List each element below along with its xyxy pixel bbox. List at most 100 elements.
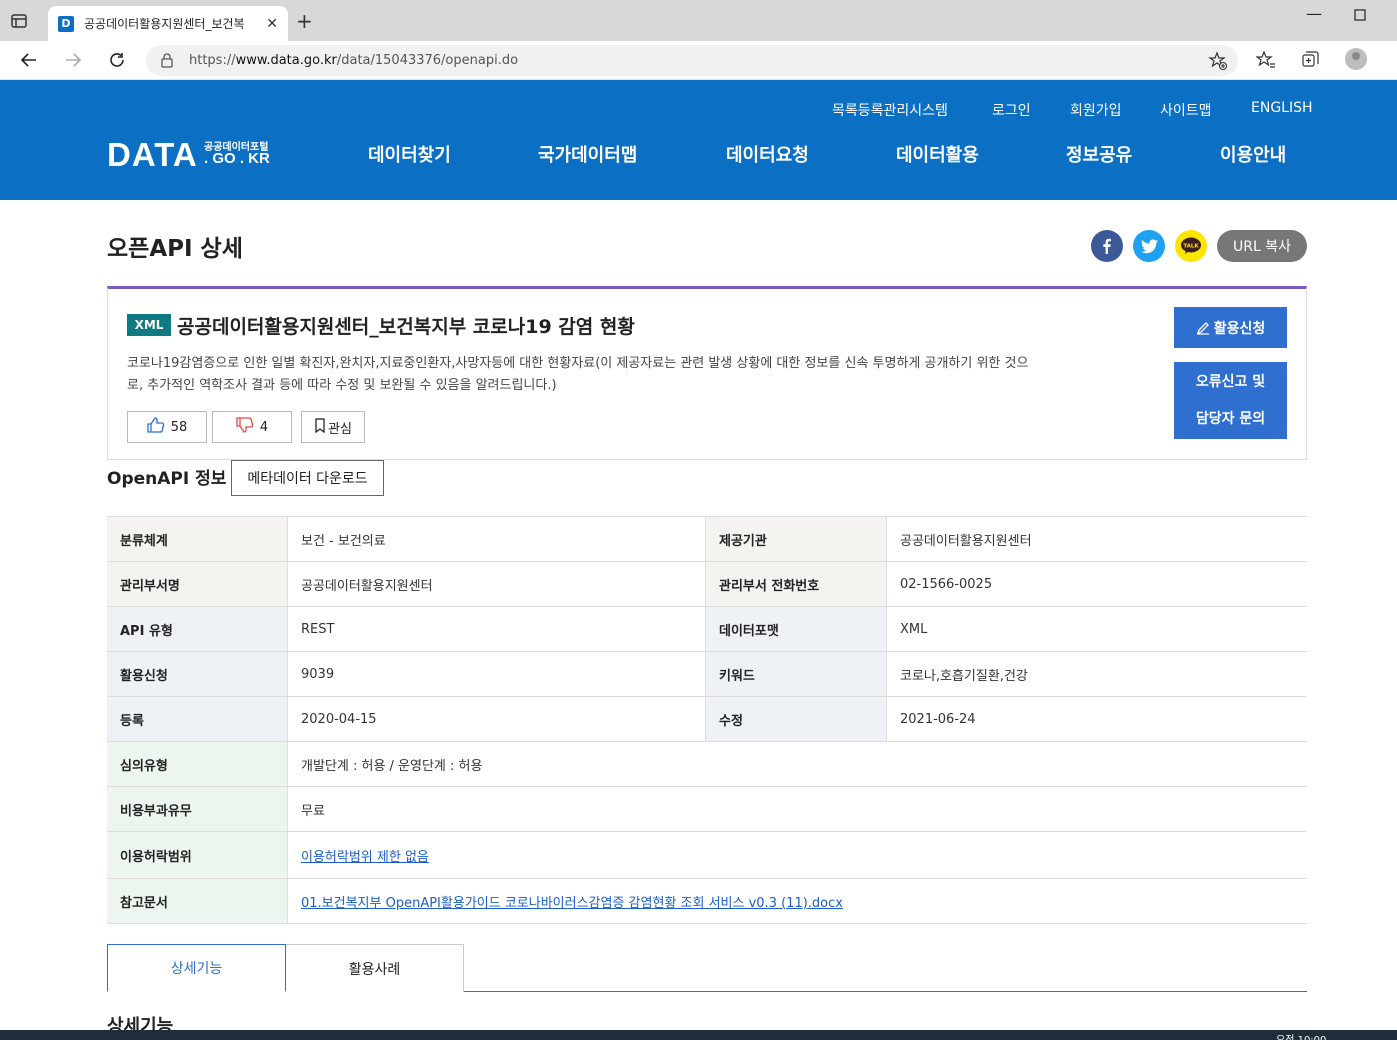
table-header-cell: 등록 bbox=[107, 697, 288, 741]
report-error-button[interactable]: 오류신고 및 담당자 문의 bbox=[1174, 362, 1287, 439]
gnb-national-data-map[interactable]: 국가데이터맵 bbox=[538, 141, 637, 167]
table-cell: 2020-04-15 bbox=[288, 697, 706, 741]
profile-avatar[interactable] bbox=[1345, 48, 1367, 70]
table-cell: 코로나,호흡기질환,건강 bbox=[900, 668, 1028, 684]
like-count: 58 bbox=[170, 419, 188, 435]
table-cell: 공공데이터활용지원센터 bbox=[900, 533, 1032, 549]
reference-doc-link[interactable]: 01.보건복지부 OpenAPI활용가이드 코로나바이러스감염증 감염현황 조회… bbox=[301, 892, 843, 911]
util-link-login[interactable]: 로그인 bbox=[992, 100, 1031, 120]
os-taskbar bbox=[0, 1030, 1397, 1040]
table-cell: 무료 bbox=[301, 803, 325, 819]
table-header-cell: 관리부서 전화번호 bbox=[706, 562, 887, 606]
site-logo[interactable]: DATA 공공데이터포털 . GO . KR bbox=[107, 136, 270, 174]
apply-use-button[interactable]: 활용신청 bbox=[1174, 307, 1287, 348]
table-header-cell: 수정 bbox=[706, 697, 887, 741]
table-header-cell: 분류체계 bbox=[107, 517, 288, 561]
forward-icon[interactable] bbox=[62, 49, 84, 71]
kakaotalk-share-icon[interactable]: TALK bbox=[1175, 230, 1207, 262]
refresh-icon[interactable] bbox=[106, 49, 128, 71]
url-scheme: https:// bbox=[189, 53, 236, 68]
apply-use-label: 활용신청 bbox=[1213, 320, 1266, 337]
thumbs-up-icon bbox=[147, 417, 165, 437]
kakao-talk-label: TALK bbox=[1183, 244, 1199, 250]
table-header-cell: API 유형 bbox=[107, 607, 288, 651]
url-text: https://www.data.go.kr/data/15043376/ope… bbox=[189, 53, 518, 68]
browser-toolbar: https://www.data.go.kr/data/15043376/ope… bbox=[0, 41, 1397, 80]
util-link-sitemap[interactable]: 사이트맵 bbox=[1160, 100, 1212, 120]
back-icon[interactable] bbox=[18, 49, 40, 71]
table-row: 비용부과유무 무료 bbox=[107, 787, 1307, 832]
util-link-signup[interactable]: 회원가입 bbox=[1070, 100, 1122, 120]
logo-domain-text: . GO . KR bbox=[204, 150, 270, 167]
table-header-cell: 키워드 bbox=[706, 652, 887, 696]
table-row: 이용허락범위 이용허락범위 제한 없음 bbox=[107, 832, 1307, 879]
table-header-cell: 심의유형 bbox=[107, 742, 288, 786]
table-cell: 공공데이터활용지원센터 bbox=[288, 562, 706, 606]
dislike-button[interactable]: 4 bbox=[212, 411, 292, 443]
maximize-icon[interactable] bbox=[1354, 6, 1366, 25]
address-bar[interactable]: https://www.data.go.kr/data/15043376/ope… bbox=[146, 45, 1238, 76]
twitter-share-icon[interactable] bbox=[1133, 230, 1165, 262]
minimize-icon[interactable]: — bbox=[1306, 4, 1322, 23]
table-header-cell: 제공기관 bbox=[706, 517, 887, 561]
favorites-icon[interactable] bbox=[1255, 50, 1276, 74]
bookmark-label: 관심 bbox=[328, 421, 352, 437]
format-badge: XML bbox=[127, 314, 171, 336]
dataset-summary: XML 공공데이터활용지원센터_보건복지부 코로나19 감염 현황 코로나19감… bbox=[107, 286, 1307, 460]
pencil-icon bbox=[1196, 321, 1210, 335]
url-copy-button[interactable]: URL 복사 bbox=[1217, 230, 1307, 262]
site-favicon-icon: D bbox=[58, 15, 74, 32]
openapi-info-table: 분류체계 보건 - 보건의료 제공기관 공공데이터활용지원센터 관리부서명 공공… bbox=[107, 516, 1307, 924]
table-header-cell: 데이터포맷 bbox=[706, 607, 887, 651]
gnb-info-share[interactable]: 정보공유 bbox=[1066, 141, 1132, 167]
collections-icon[interactable] bbox=[1300, 50, 1320, 74]
table-cell: REST bbox=[288, 607, 706, 651]
table-header-cell: 이용허락범위 bbox=[107, 832, 288, 878]
table-row: 분류체계 보건 - 보건의료 제공기관 공공데이터활용지원센터 bbox=[107, 517, 1307, 562]
tab-use-cases[interactable]: 활용사례 bbox=[285, 944, 464, 992]
dataset-title: 공공데이터활용지원센터_보건복지부 코로나19 감염 현황 bbox=[177, 316, 635, 338]
table-row: API 유형 REST 데이터포맷 XML bbox=[107, 607, 1307, 652]
util-link-english[interactable]: ENGLISH bbox=[1251, 100, 1313, 116]
page-title: 오픈API 상세 bbox=[107, 236, 243, 262]
gnb-find-data[interactable]: 데이터찾기 bbox=[368, 141, 451, 167]
dislike-count: 4 bbox=[259, 419, 269, 435]
tab-detail-functions[interactable]: 상세기능 bbox=[107, 944, 286, 992]
table-row: 등록 2020-04-15 수정 2021-06-24 bbox=[107, 697, 1307, 742]
gnb-data-use[interactable]: 데이터활용 bbox=[896, 141, 979, 167]
table-header-cell: 관리부서명 bbox=[107, 562, 288, 606]
close-tab-icon[interactable]: ✕ bbox=[266, 16, 278, 32]
add-favorite-icon[interactable] bbox=[1208, 51, 1228, 75]
like-button[interactable]: 58 bbox=[127, 411, 207, 443]
table-header-cell: 비용부과유무 bbox=[107, 787, 288, 831]
gnb-data-request[interactable]: 데이터요청 bbox=[726, 141, 809, 167]
new-tab-icon[interactable]: + bbox=[296, 11, 313, 31]
metadata-download-button[interactable]: 메타데이터 다운로드 bbox=[231, 460, 384, 496]
table-cell: XML bbox=[900, 621, 928, 637]
lock-icon[interactable] bbox=[160, 53, 174, 72]
bookmark-icon bbox=[314, 417, 326, 437]
table-cell: 2021-06-24 bbox=[900, 711, 976, 727]
dataset-description: 코로나19감염증으로 인한 일별 확진자,완치자,지료중인환자,사망자등에 대한… bbox=[127, 356, 1029, 393]
table-row: 관리부서명 공공데이터활용지원센터 관리부서 전화번호 02-1566-0025 bbox=[107, 562, 1307, 607]
gnb-guide[interactable]: 이용안내 bbox=[1220, 141, 1286, 167]
table-cell: 개발단계 : 허용 / 운영단계 : 허용 bbox=[301, 758, 483, 774]
taskbar-clock: 오전 10:00 bbox=[1276, 1031, 1326, 1040]
browser-tab-strip: D 공공데이터활용지원센터_보건복 ✕ + — bbox=[0, 0, 1397, 41]
license-scope-link[interactable]: 이용허락범위 제한 없음 bbox=[301, 846, 429, 865]
url-path: /data/15043376/openapi.do bbox=[336, 53, 519, 68]
table-header-cell: 참고문서 bbox=[107, 879, 288, 923]
report-error-label-2: 담당자 문의 bbox=[1195, 410, 1266, 427]
browser-tab[interactable]: D 공공데이터활용지원센터_보건복 ✕ bbox=[48, 6, 288, 41]
table-row: 참고문서 01.보건복지부 OpenAPI활용가이드 코로나바이러스감염증 감염… bbox=[107, 879, 1307, 924]
url-host: www.data.go.kr bbox=[235, 53, 337, 68]
tab-actions-icon[interactable] bbox=[10, 12, 28, 30]
table-cell: 9039 bbox=[288, 652, 706, 696]
table-cell: 보건 - 보건의료 bbox=[288, 517, 706, 561]
table-row: 심의유형 개발단계 : 허용 / 운영단계 : 허용 bbox=[107, 742, 1307, 787]
util-link-catalog[interactable]: 목록등록관리시스템 bbox=[832, 100, 948, 120]
facebook-share-icon[interactable] bbox=[1091, 230, 1123, 262]
thumbs-down-icon bbox=[236, 417, 254, 437]
bookmark-button[interactable]: 관심 bbox=[301, 411, 365, 443]
table-cell: 01.보건복지부 OpenAPI활용가이드 코로나바이러스감염증 감염현황 조회… bbox=[288, 879, 1307, 923]
